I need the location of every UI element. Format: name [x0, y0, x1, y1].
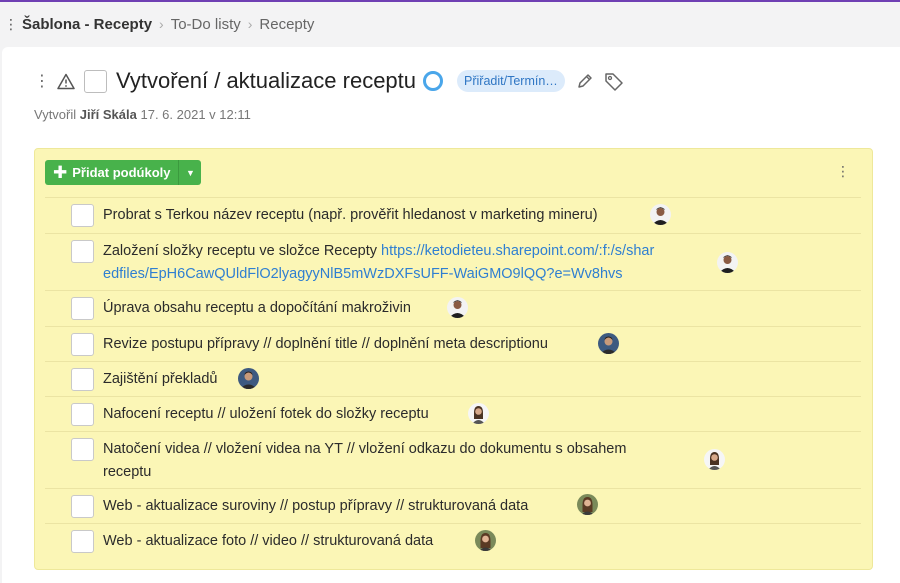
breadcrumb-recepty[interactable]: Recepty [259, 16, 314, 33]
avatar[interactable] [598, 333, 619, 354]
add-subtasks-button[interactable]: ✚ Přidat podúkoly [45, 160, 179, 185]
subtask-checkbox[interactable] [71, 438, 94, 461]
avatar[interactable] [238, 368, 259, 389]
subtask-row: Nafocení receptu // uložení fotek do slo… [45, 396, 861, 431]
subtask-text[interactable]: Nafocení receptu // uložení fotek do slo… [103, 403, 429, 426]
subtask-text[interactable]: Probrat s Terkou název receptu (např. pr… [103, 204, 598, 227]
subtask-checkbox[interactable] [71, 333, 94, 356]
subtasks-panel: ✚ Přidat podúkoly ▼ ⋮ Probrat s Terkou n… [34, 148, 873, 570]
subtask-checkbox[interactable] [71, 403, 94, 426]
created-prefix: Vytvořil [34, 107, 77, 122]
breadcrumb: ⋮ Šablona - Recepty › To-Do listy › Rece… [0, 2, 900, 46]
sharepoint-link-continued[interactable]: edfiles/EpH6CawQUldFlO2lyagyyNlB5mWzDXFs… [103, 266, 623, 282]
avatar[interactable] [468, 403, 489, 424]
subtask-text-part: Založení složky receptu ve složce Recept… [103, 243, 382, 259]
task-title[interactable]: Vytvoření / aktualizace receptu [116, 68, 416, 94]
task-header: ⋮ Vytvoření / aktualizace receptu Přiřad… [34, 66, 625, 96]
subtask-row: Probrat s Terkou název receptu (např. pr… [45, 197, 861, 233]
subtask-text-line-1: Natočení videa // vložení videa na YT //… [103, 441, 627, 457]
avatar[interactable] [475, 530, 496, 551]
subtask-row: Zajištění překladů [45, 361, 861, 396]
subtask-checkbox[interactable] [71, 495, 94, 518]
avatar[interactable] [650, 204, 671, 225]
panel-menu-icon[interactable]: ⋮ [836, 163, 850, 180]
chevron-right-icon: › [247, 16, 253, 32]
subtask-text[interactable]: Úprava obsahu receptu a dopočítání makro… [103, 297, 411, 320]
breadcrumb-todo-lists[interactable]: To-Do listy [171, 16, 241, 33]
subtask-text[interactable]: Založení složky receptu ve složce Recept… [103, 240, 654, 286]
subtask-row: Založení složky receptu ve složce Recept… [45, 233, 861, 290]
caret-down-icon[interactable]: ▼ [178, 160, 202, 185]
subtask-text[interactable]: Revize postupu přípravy // doplnění titl… [103, 333, 548, 356]
avatar[interactable] [704, 449, 725, 470]
subtask-list: Probrat s Terkou název receptu (např. pr… [45, 197, 861, 559]
add-subtasks-label: Přidat podúkoly [72, 165, 171, 180]
subtask-text-line-2: receptu [103, 464, 152, 480]
status-circle-icon[interactable] [423, 71, 444, 91]
breadcrumb-menu-icon[interactable]: ⋮ [0, 17, 22, 31]
warning-icon[interactable] [56, 71, 76, 91]
avatar[interactable] [577, 494, 598, 515]
author-name[interactable]: Jiří Skála [80, 107, 137, 122]
sharepoint-link[interactable]: https://ketodieteu.sharepoint.com/:f:/s/… [381, 243, 654, 259]
created-date: 17. 6. 2021 v 12:11 [140, 107, 251, 122]
subtask-row: Úprava obsahu receptu a dopočítání makro… [45, 290, 861, 326]
subtask-checkbox[interactable] [71, 368, 94, 391]
created-info: Vytvořil Jiří Skála 17. 6. 2021 v 12:11 [34, 107, 251, 122]
subtask-checkbox[interactable] [71, 530, 94, 553]
subtask-row: Web - aktualizace foto // video // struk… [45, 523, 861, 559]
subtask-row: Web - aktualizace suroviny // postup pří… [45, 488, 861, 523]
subtask-text[interactable]: Web - aktualizace foto // video // struk… [103, 530, 433, 553]
avatar[interactable] [447, 297, 468, 318]
subtask-text[interactable]: Web - aktualizace suroviny // postup pří… [103, 495, 528, 518]
add-subtasks-button-group: ✚ Přidat podúkoly ▼ [45, 160, 202, 185]
subtask-text[interactable]: Zajištění překladů [103, 368, 217, 391]
subtask-checkbox[interactable] [71, 240, 94, 263]
task-complete-checkbox[interactable] [84, 69, 107, 93]
task-menu-icon[interactable]: ⋮ [34, 71, 50, 91]
plus-icon: ✚ [53, 163, 68, 182]
subtask-checkbox[interactable] [71, 297, 94, 320]
pencil-icon[interactable] [575, 71, 595, 91]
assign-deadline-button[interactable]: Přiřadit/Termín… [457, 70, 565, 92]
subtask-row: Natočení videa // vložení videa na YT //… [45, 431, 861, 488]
subtask-text[interactable]: Natočení videa // vložení videa na YT //… [103, 438, 626, 484]
avatar[interactable] [717, 252, 738, 273]
subtask-row: Revize postupu přípravy // doplnění titl… [45, 326, 861, 361]
subtask-checkbox[interactable] [71, 204, 94, 227]
tag-icon[interactable] [603, 71, 625, 91]
chevron-right-icon: › [159, 16, 164, 32]
breadcrumb-root[interactable]: Šablona - Recepty [22, 16, 152, 33]
